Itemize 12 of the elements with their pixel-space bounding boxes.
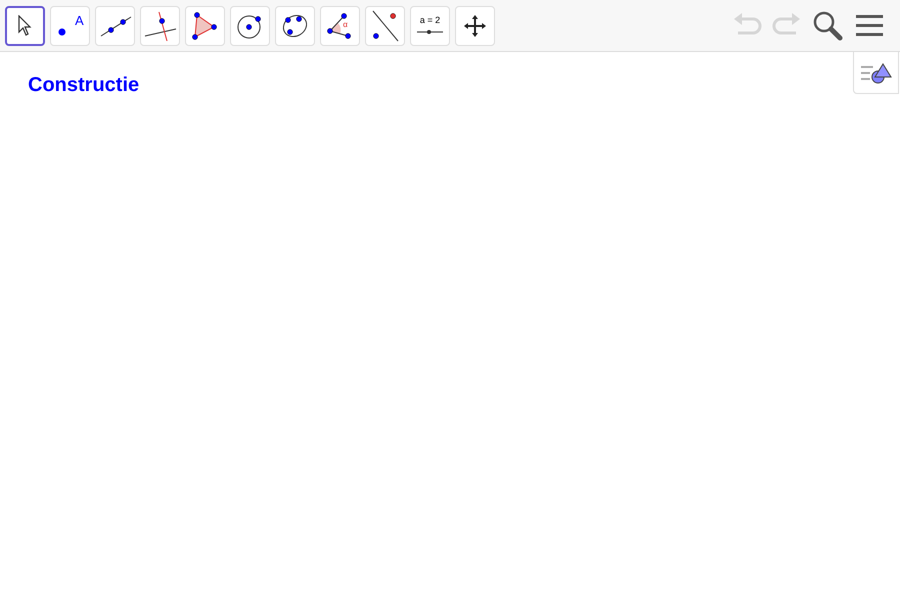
polygon-icon (192, 12, 218, 40)
tool-button[interactable]: A (50, 6, 90, 46)
perpendicular-line-icon (143, 10, 177, 40)
cursor-icon (17, 14, 33, 36)
tool-button[interactable]: α (320, 6, 360, 46)
tool-button[interactable] (5, 6, 45, 46)
algebra-view-button[interactable] (853, 52, 899, 94)
construction-title: Constructie (28, 74, 140, 97)
move-arrows-icon (463, 14, 487, 38)
shapes-list-icon (860, 60, 892, 84)
tool-button[interactable]: a = 2 (410, 6, 450, 46)
reflect-icon (370, 10, 400, 42)
